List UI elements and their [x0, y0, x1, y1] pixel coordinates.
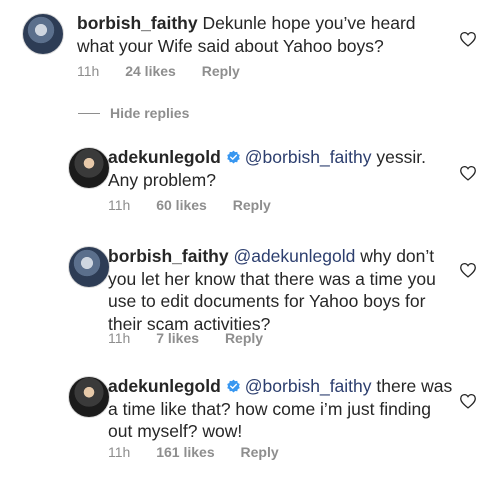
mention-link[interactable]: @borbish_faithy: [245, 376, 372, 396]
mention-link[interactable]: @adekunlegold: [233, 246, 355, 266]
username[interactable]: borbish_faithy: [77, 13, 198, 33]
comment-body: adekunlegold @borbish_faithy there was a …: [108, 375, 453, 443]
mention-link[interactable]: @borbish_faithy: [245, 147, 372, 167]
avatar[interactable]: [68, 376, 110, 418]
reply-button[interactable]: Reply: [225, 330, 263, 346]
avatar[interactable]: [68, 246, 110, 288]
likes-count[interactable]: 161 likes: [156, 444, 214, 460]
comment-meta: 11h 60 likes Reply: [108, 197, 293, 213]
heart-icon[interactable]: [459, 165, 477, 181]
comment-body: borbish_faithy Dekunle hope you’ve heard…: [77, 12, 437, 57]
timestamp: 11h: [108, 197, 131, 213]
comment-meta: 11h 24 likes Reply: [77, 63, 262, 79]
likes-count[interactable]: 24 likes: [125, 63, 176, 79]
reply-button[interactable]: Reply: [233, 197, 271, 213]
username[interactable]: adekunlegold: [108, 147, 221, 167]
likes-count[interactable]: 60 likes: [156, 197, 207, 213]
reply-button[interactable]: Reply: [202, 63, 240, 79]
avatar[interactable]: [68, 147, 110, 189]
divider-line: [78, 112, 100, 114]
reply-button[interactable]: Reply: [241, 444, 279, 460]
comment-meta: 11h 7 likes Reply: [108, 330, 285, 346]
timestamp: 11h: [108, 330, 131, 346]
comment-body: adekunlegold @borbish_faithy yessir. Any …: [108, 146, 448, 191]
comment-body: borbish_faithy @adekunlegold why don’t y…: [108, 245, 443, 335]
username[interactable]: adekunlegold: [108, 376, 221, 396]
timestamp: 11h: [77, 63, 100, 79]
comment-meta: 11h 161 likes Reply: [108, 444, 301, 460]
hide-replies-button[interactable]: Hide replies: [78, 105, 189, 121]
hide-replies-label: Hide replies: [110, 105, 190, 121]
verified-badge-icon: [227, 379, 240, 393]
timestamp: 11h: [108, 444, 131, 460]
verified-badge-icon: [227, 150, 240, 164]
likes-count[interactable]: 7 likes: [156, 330, 199, 346]
username[interactable]: borbish_faithy: [108, 246, 229, 266]
heart-icon[interactable]: [459, 393, 477, 409]
heart-icon[interactable]: [459, 262, 477, 278]
avatar[interactable]: [22, 13, 64, 55]
heart-icon[interactable]: [459, 31, 477, 47]
